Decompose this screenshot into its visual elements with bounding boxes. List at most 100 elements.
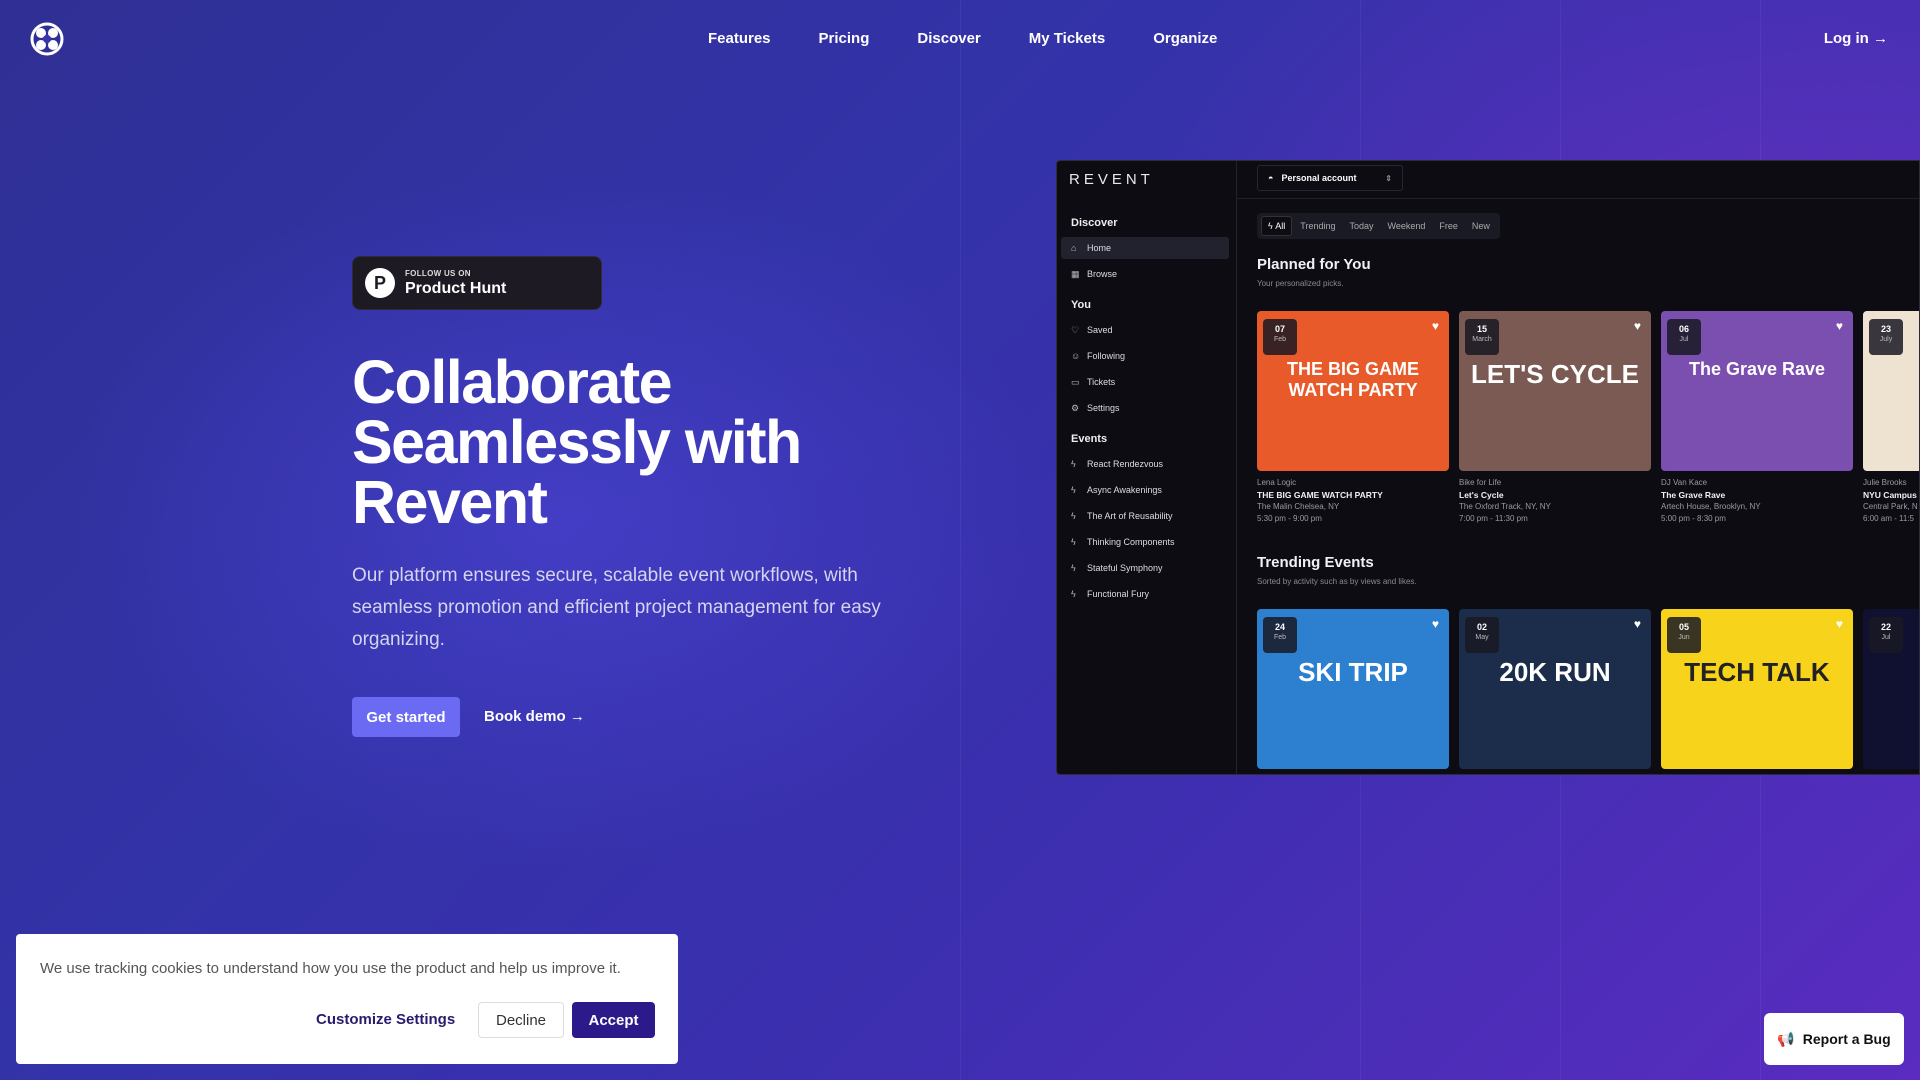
sidebar-item-browse[interactable]: ▦ Browse [1061, 263, 1229, 285]
heart-icon[interactable]: ♥ [1634, 319, 1641, 333]
bolt-icon: ϟ [1071, 589, 1076, 599]
sidebar-item-settings[interactable]: ⚙ Settings [1061, 397, 1229, 419]
event-poster-text: THE BIG GAME WATCH PARTY [1286, 359, 1419, 400]
sidebar-item-label: Browse [1087, 269, 1118, 279]
nav-my-tickets[interactable]: My Tickets [1029, 30, 1105, 47]
event-month: July [1879, 336, 1893, 343]
report-bug-button[interactable]: 📢 Report a Bug [1764, 1013, 1904, 1065]
bolt-icon: ϟ [1071, 511, 1076, 521]
event-host: Bike for Life [1459, 478, 1502, 487]
sidebar-item-event[interactable]: ϟ Stateful Symphony [1061, 557, 1229, 579]
event-day: 07 [1274, 324, 1285, 334]
sidebar-item-saved[interactable]: ♡ Saved [1061, 319, 1229, 341]
heart-icon[interactable]: ♥ [1836, 617, 1843, 631]
event-meta: Julie Brooks NYU Campus Central Park, N 6:0… [1863, 477, 1919, 525]
heart-icon[interactable]: ♥ [1432, 617, 1439, 631]
sidebar-item-event[interactable]: ϟ Functional Fury [1061, 583, 1229, 605]
accept-button[interactable]: Accept [572, 1002, 655, 1038]
sidebar-item-home[interactable]: ⌂ Home [1061, 237, 1229, 259]
sidebar-item-event[interactable]: ϟ Thinking Components [1061, 531, 1229, 553]
customize-settings-button[interactable]: Customize Settings [316, 1011, 455, 1028]
sidebar-item-label: Saved [1087, 325, 1113, 335]
filter-all[interactable]: ϟ All [1261, 216, 1293, 236]
event-day: 05 [1678, 622, 1689, 632]
sidebar-item-label: Home [1087, 243, 1112, 253]
sidebar-item-label: Settings [1087, 403, 1120, 413]
trending-title: Trending Events [1257, 554, 1374, 571]
sidebar-item-event[interactable]: ϟ The Art of Reusability [1061, 505, 1229, 527]
event-title: The Grave Rave [1661, 490, 1726, 500]
bolt-icon: ϟ [1071, 563, 1076, 573]
event-card[interactable]: 22 Jul [1863, 609, 1919, 769]
nav-features[interactable]: Features [708, 30, 771, 47]
ticket-icon: ▭ [1071, 376, 1080, 387]
event-place: Central Park, N [1863, 502, 1918, 511]
sidebar-item-event[interactable]: ϟ React Rendezvous [1061, 453, 1229, 475]
sidebar-item-label: Functional Fury [1087, 589, 1150, 599]
filter-new[interactable]: New [1466, 217, 1496, 235]
sidebar-item-tickets[interactable]: ▭ Tickets [1061, 371, 1229, 393]
filter-trending[interactable]: Trending [1294, 217, 1341, 235]
badge-title: Product Hunt [405, 279, 507, 297]
nav-pricing[interactable]: Pricing [819, 30, 870, 47]
heart-icon[interactable]: ♥ [1432, 319, 1439, 333]
hero-subtitle: Our platform ensures secure, scalable ev… [352, 565, 881, 650]
event-card[interactable]: COM 23 July [1863, 311, 1919, 471]
event-time: 5:00 pm - 8:30 pm [1661, 514, 1726, 523]
event-poster-text: LET'S CYCLE [1471, 359, 1639, 389]
event-date-badge: 02 May [1465, 617, 1499, 653]
event-card[interactable]: THE BIG GAME WATCH PARTY 07 Feb ♥ [1257, 311, 1449, 471]
account-switcher[interactable]: ◓ Personal account ⇕ [1257, 165, 1403, 191]
planned-title: Planned for You [1257, 256, 1371, 273]
event-title: THE BIG GAME WATCH PARTY [1257, 490, 1383, 500]
revent-logo-icon[interactable] [30, 22, 64, 56]
event-month: March [1472, 336, 1492, 343]
event-host: DJ Van Kace [1661, 478, 1708, 487]
sidebar-item-event[interactable]: ϟ Async Awakenings [1061, 479, 1229, 501]
event-meta: Lena Logic THE BIG GAME WATCH PARTY The Ma… [1257, 477, 1449, 525]
event-day: 23 [1880, 324, 1891, 334]
filter-tabs: ϟ All Trending Today Weekend Free New [1257, 213, 1500, 239]
event-date-badge: 07 Feb [1263, 319, 1297, 355]
event-title: NYU Campus [1863, 490, 1917, 500]
event-card[interactable]: TECH TALK 05 Jun ♥ [1661, 609, 1853, 769]
event-date-badge: 06 Jul [1667, 319, 1701, 355]
badge-caption: FOLLOW US ON [405, 268, 471, 278]
book-demo-link[interactable]: Book demo → [484, 708, 585, 725]
hero-title: Collaborate Seamlessly with Revent [352, 348, 802, 536]
account-label: Personal account [1281, 173, 1357, 183]
account-avatar-icon: ◓ [1268, 173, 1274, 183]
heart-icon[interactable]: ♥ [1836, 319, 1843, 333]
event-card[interactable]: SKI TRIP 24 Feb ♥ [1257, 609, 1449, 769]
get-started-button[interactable]: Get started [352, 697, 460, 737]
event-month: Jul [1679, 336, 1689, 343]
bolt-icon: ϟ [1071, 459, 1076, 469]
gear-icon: ⚙ [1071, 402, 1080, 413]
event-poster-text: SKI TRIP [1298, 657, 1408, 687]
filter-weekend[interactable]: Weekend [1382, 217, 1432, 235]
product-hunt-badge[interactable]: P FOLLOW US ON Product Hunt [352, 256, 602, 310]
event-month: May [1475, 634, 1489, 641]
sidebar-section-events: Events [1071, 433, 1108, 445]
event-time: 5:30 pm - 9:00 pm [1257, 514, 1322, 523]
event-month: Feb [1273, 634, 1287, 641]
event-card[interactable]: 20K RUN 02 May ♥ [1459, 609, 1651, 769]
login-link[interactable]: Log in → [1824, 30, 1888, 47]
grid-icon: ▦ [1071, 268, 1080, 279]
sidebar-item-label: Stateful Symphony [1087, 563, 1163, 573]
decline-button[interactable]: Decline [478, 1002, 564, 1038]
cookie-message: We use tracking cookies to understand ho… [40, 960, 621, 977]
nav-discover[interactable]: Discover [917, 30, 980, 47]
filter-free[interactable]: Free [1433, 217, 1464, 235]
product-hunt-icon: P [365, 268, 395, 298]
filter-today[interactable]: Today [1343, 217, 1379, 235]
event-month: Feb [1273, 336, 1287, 343]
sidebar-item-following[interactable]: ☺ Following [1061, 345, 1229, 367]
event-month: Jul [1881, 634, 1891, 641]
event-card[interactable]: LET'S CYCLE 15 March ♥ [1459, 311, 1651, 471]
event-time: 6:00 am - 11:5 [1863, 514, 1914, 523]
event-card[interactable]: The Grave Rave 06 Jul ♥ [1661, 311, 1853, 471]
nav-organize[interactable]: Organize [1153, 30, 1217, 47]
event-place: The Malin Chelsea, NY [1257, 502, 1340, 511]
heart-icon[interactable]: ♥ [1634, 617, 1641, 631]
